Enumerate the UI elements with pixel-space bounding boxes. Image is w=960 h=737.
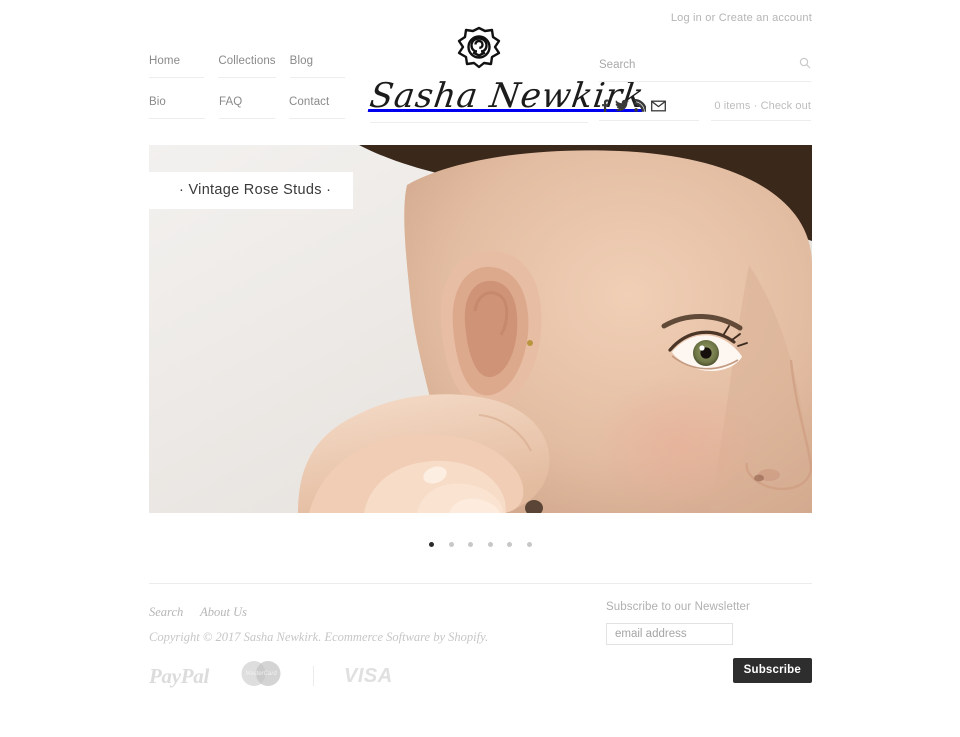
facebook-icon[interactable] [599, 99, 610, 112]
subscribe-button[interactable]: Subscribe [732, 658, 812, 683]
footer-left: Search About Us Copyright © 2017 Sasha N… [149, 605, 488, 645]
topbar-conjunction: or [705, 12, 716, 24]
nav-row-primary: Home Collections Blog [149, 55, 359, 78]
footer-links: Search About Us [149, 605, 488, 620]
payment-methods: PayPal MasterCard VISA [149, 660, 393, 692]
twitter-icon[interactable] [615, 99, 629, 112]
checkout-link[interactable]: Check out [761, 100, 811, 112]
cart-items-count[interactable]: 0 items [714, 100, 750, 112]
slider-dot-2[interactable] [448, 542, 454, 548]
main-navigation: Home Collections Blog Bio FAQ Contact [149, 55, 359, 119]
paypal-logo: PayPal [149, 663, 210, 688]
login-link[interactable]: Log in [671, 12, 702, 24]
newsletter-email-input[interactable] [606, 623, 733, 645]
nav-item-faq[interactable]: FAQ [219, 78, 275, 119]
footer-link-about-us[interactable]: About Us [200, 605, 247, 619]
brand-wordmark: Sasha Newkirk [367, 76, 648, 116]
nav-item-collections[interactable]: Collections [218, 55, 276, 78]
search-input[interactable] [599, 58, 779, 72]
nav-item-contact[interactable]: Contact [289, 78, 345, 119]
social-links [599, 98, 699, 121]
nav-item-blog[interactable]: Blog [289, 55, 345, 78]
rss-icon[interactable] [634, 98, 648, 112]
shopify-link[interactable]: Ecommerce Software by Shopify. [324, 630, 488, 644]
svg-text:MasterCard: MasterCard [245, 671, 277, 677]
footer-divider [149, 583, 812, 584]
site-header: Home Collections Blog Bio FAQ Contact Sa… [149, 26, 811, 123]
slider-dot-3[interactable] [468, 542, 474, 548]
newsletter-title: Subscribe to our Newsletter [606, 601, 750, 613]
slider-dot-5[interactable] [507, 542, 513, 548]
slider-dots [149, 536, 812, 554]
nav-row-secondary: Bio FAQ Contact [149, 78, 359, 119]
nav-item-bio[interactable]: Bio [149, 78, 205, 119]
copyright-prefix: Copyright © 2017 Sasha Newkirk. [149, 630, 322, 644]
header-subrow: 0 items · Check out [599, 98, 811, 121]
create-account-link[interactable]: Create an account [719, 12, 812, 24]
search-form [599, 55, 811, 82]
nav-item-home[interactable]: Home [149, 55, 205, 78]
account-bar: Log in or Create an account [671, 12, 812, 24]
slider-dot-1[interactable] [429, 542, 435, 548]
footer-link-search[interactable]: Search [149, 605, 183, 619]
page-root: Log in or Create an account Home Collect… [0, 0, 960, 737]
header-utilities: 0 items · Check out [599, 55, 811, 121]
newsletter-signup: Subscribe to our Newsletter Subscribe [606, 601, 812, 683]
search-icon[interactable] [799, 56, 811, 69]
slider-dot-4[interactable] [487, 542, 493, 548]
cart-separator: · [753, 100, 758, 112]
cart-summary: 0 items · Check out [711, 100, 811, 121]
email-icon[interactable] [651, 100, 666, 112]
hero-slider[interactable]: · Vintage Rose Studs · [149, 145, 812, 513]
slider-dot-6[interactable] [526, 542, 532, 548]
payment-divider [313, 666, 315, 686]
copyright-text: Copyright © 2017 Sasha Newkirk. Ecommerc… [149, 630, 488, 645]
visa-logo: VISA [344, 664, 393, 687]
mastercard-logo: MasterCard [239, 660, 283, 692]
site-logo[interactable]: Sasha Newkirk [367, 25, 648, 123]
hero-caption: · Vintage Rose Studs · [149, 172, 354, 209]
rose-icon [370, 25, 588, 74]
